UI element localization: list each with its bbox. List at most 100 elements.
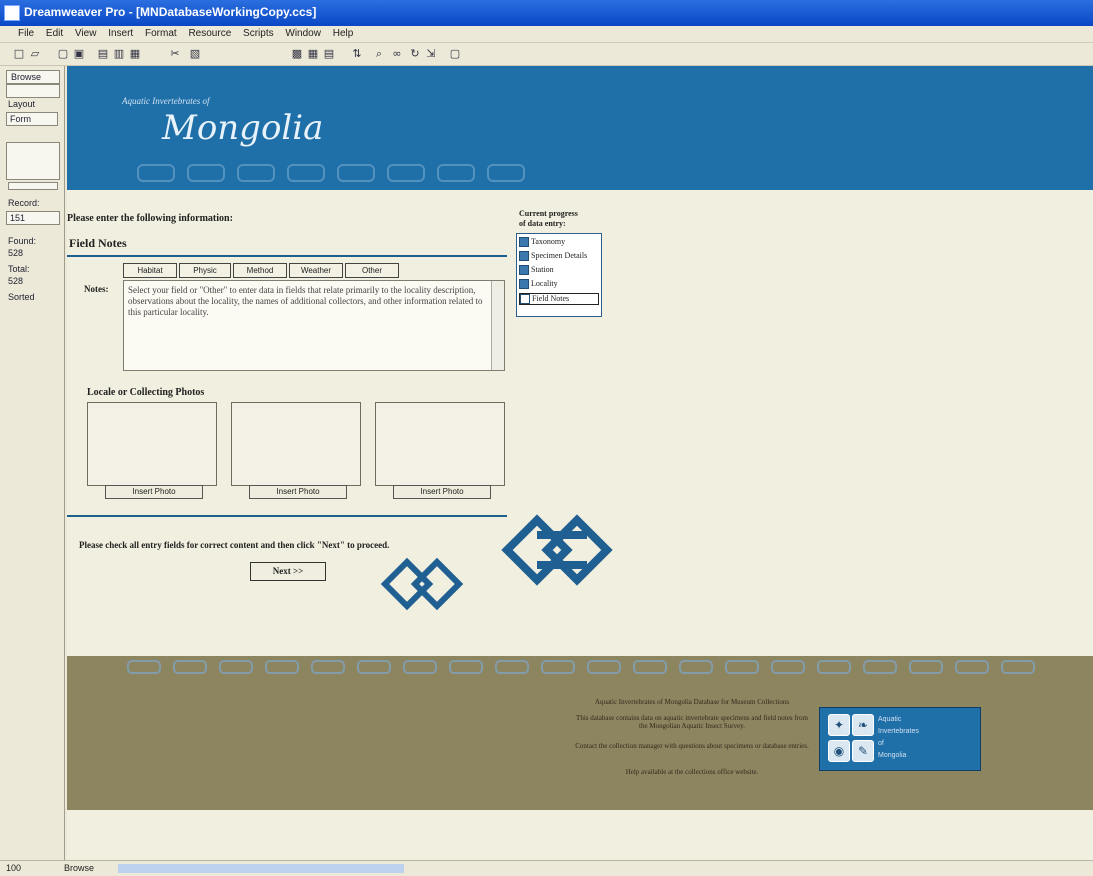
record-value: 151 xyxy=(10,213,26,223)
menu-view[interactable]: View xyxy=(75,28,97,39)
layout-select[interactable]: Form xyxy=(6,112,58,126)
tab-habitat[interactable]: Habitat xyxy=(123,263,177,278)
export-icon[interactable]: ⇲ xyxy=(424,47,438,60)
layout-value: Form xyxy=(10,114,31,124)
layout-canvas: Aquatic Invertebrates of Mongolia Please… xyxy=(67,66,1093,860)
window-titlebar: Dreamweaver Pro - [MNDatabaseWorkingCopy… xyxy=(0,0,1093,26)
window-icon[interactable]: ▢ xyxy=(448,47,462,60)
check-icon xyxy=(519,279,529,290)
progress-item-field-notes[interactable]: Field Notes xyxy=(519,293,599,305)
save-icon[interactable]: ▤ xyxy=(96,47,110,60)
record-label: Record: xyxy=(8,198,40,208)
found-label: Found: xyxy=(8,236,37,246)
photos-title: Locale or Collecting Photos xyxy=(87,387,205,398)
menu-file[interactable]: File xyxy=(18,28,34,39)
next-button[interactable]: Next >> xyxy=(250,562,326,581)
insert-photo-button-2[interactable]: Insert Photo xyxy=(249,485,347,499)
find-icon[interactable]: ⌕ xyxy=(372,47,386,60)
mode-tools[interactable] xyxy=(6,84,60,98)
menu-edit[interactable]: Edit xyxy=(46,28,63,39)
footer-line-3: Contact the collection manager with ques… xyxy=(575,742,809,750)
list-icon[interactable]: ▤ xyxy=(322,47,336,60)
endless-knot-large xyxy=(501,514,613,586)
progress-list: Taxonomy Specimen Details Station Locali… xyxy=(516,233,602,317)
logo-line-1: Aquatic xyxy=(878,716,902,723)
app-icon xyxy=(4,5,20,21)
notes-textarea[interactable]: Select your field or "Other" to enter da… xyxy=(123,280,505,371)
shell-icon: ◉ xyxy=(828,740,850,762)
zoom-level[interactable]: 100 xyxy=(6,863,21,873)
duplicate-icon[interactable]: ▣ xyxy=(72,47,86,60)
logo-line-4: Mongolia xyxy=(878,752,907,759)
new-record-icon[interactable]: ▢ xyxy=(56,47,70,60)
menu-format[interactable]: Format xyxy=(145,28,177,39)
footer-band: Aquatic Invertebrates of Mongolia Databa… xyxy=(67,656,1093,810)
new-file-icon[interactable]: □ xyxy=(12,47,26,60)
mode-box[interactable]: Browse xyxy=(6,70,60,84)
progress-item-station[interactable]: Station xyxy=(519,265,597,276)
preview-icon[interactable]: ▦ xyxy=(128,47,142,60)
entry-prompt: Please enter the following information: xyxy=(67,213,233,224)
table-icon[interactable]: ▩ xyxy=(290,47,304,60)
menu-window[interactable]: Window xyxy=(285,28,321,39)
progress-item-locality[interactable]: Locality xyxy=(519,279,597,290)
banner-knot-pattern xyxy=(137,164,537,185)
notes-scrollbar[interactable] xyxy=(491,281,504,370)
progress-item-taxonomy[interactable]: Taxonomy xyxy=(519,237,597,248)
refresh-icon[interactable]: ↻ xyxy=(408,47,422,60)
open-file-icon[interactable]: ▱ xyxy=(28,47,42,60)
menu-scripts[interactable]: Scripts xyxy=(243,28,274,39)
notes-text: Select your field or "Other" to enter da… xyxy=(128,285,483,317)
status-bar: 100 Browse xyxy=(0,860,1093,876)
insert-photo-button-1[interactable]: Insert Photo xyxy=(105,485,203,499)
banner-title: Mongolia xyxy=(162,108,324,148)
empty-check-icon xyxy=(520,294,530,305)
tab-weather[interactable]: Weather xyxy=(289,263,343,278)
check-icon xyxy=(519,251,529,262)
sort-label: Sorted xyxy=(8,292,35,302)
section-title: Field Notes xyxy=(69,236,127,250)
photo-slot-2[interactable] xyxy=(231,402,361,486)
section-divider xyxy=(67,255,507,257)
record-field[interactable]: 151 xyxy=(6,211,60,225)
mode-label: Browse xyxy=(11,72,42,82)
grid-icon[interactable]: ▦ xyxy=(306,47,320,60)
check-icon xyxy=(519,237,529,248)
found-value: 528 xyxy=(8,248,24,258)
feather-icon: ✎ xyxy=(852,740,874,762)
link-icon[interactable]: ∞ xyxy=(390,47,404,60)
total-value: 528 xyxy=(8,276,24,286)
leaf-icon: ❧ xyxy=(852,714,874,736)
progress-item-specimen[interactable]: Specimen Details xyxy=(519,251,597,262)
menu-insert[interactable]: Insert xyxy=(108,28,133,39)
insert-photo-button-3[interactable]: Insert Photo xyxy=(393,485,491,499)
bottom-divider xyxy=(67,515,507,517)
tab-method[interactable]: Method xyxy=(233,263,287,278)
record-book-icon[interactable] xyxy=(6,142,60,180)
total-label: Total: xyxy=(8,264,30,274)
header-banner: Aquatic Invertebrates of Mongolia xyxy=(67,66,1093,190)
cut-icon[interactable]: ✂ xyxy=(168,47,182,60)
footer-logo[interactable]: ✦ ❧ ◉ ✎ Aquatic Invertebrates of Mongoli… xyxy=(819,707,981,771)
menu-help[interactable]: Help xyxy=(333,28,354,39)
notes-label: Notes: xyxy=(84,284,109,294)
footer-line-4: Help available at the collections office… xyxy=(625,768,759,776)
copy-icon[interactable]: ▧ xyxy=(188,47,202,60)
record-slider[interactable] xyxy=(8,182,58,190)
footer-line-2: This database contains data on aquatic i… xyxy=(576,714,808,730)
print-icon[interactable]: ▥ xyxy=(112,47,126,60)
status-panel: Browse Layout Form Record: 151 Found: 52… xyxy=(0,66,65,860)
window-title: Dreamweaver Pro - [MNDatabaseWorkingCopy… xyxy=(24,5,317,19)
banner-subtitle: Aquatic Invertebrates of xyxy=(122,96,210,106)
horizontal-scrollbar[interactable] xyxy=(118,864,404,873)
mode-indicator[interactable]: Browse xyxy=(64,863,94,873)
menu-resource[interactable]: Resource xyxy=(188,28,231,39)
tab-physic[interactable]: Physic xyxy=(179,263,231,278)
insect-icon: ✦ xyxy=(828,714,850,736)
photo-slot-1[interactable] xyxy=(87,402,217,486)
tab-other[interactable]: Other xyxy=(345,263,399,278)
sort-icon[interactable]: ⇅ xyxy=(350,47,364,60)
photo-slot-3[interactable] xyxy=(375,402,505,486)
endless-knot-small xyxy=(380,557,464,611)
progress-title-line2: of data entry: xyxy=(519,219,566,228)
